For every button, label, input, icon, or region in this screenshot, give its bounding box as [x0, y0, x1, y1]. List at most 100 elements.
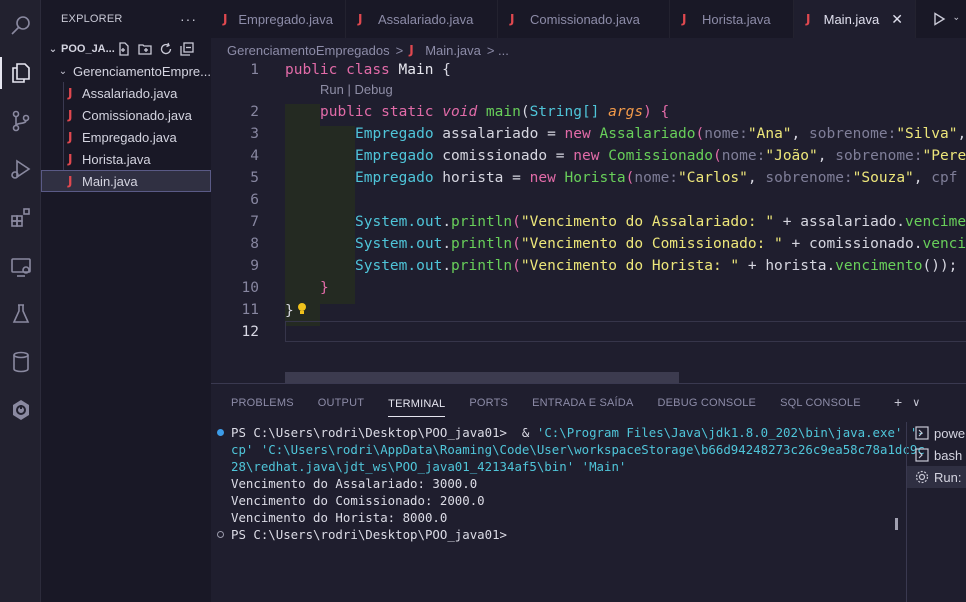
- chevron-down-icon: ⌄: [58, 65, 68, 77]
- tab-entrada-saida[interactable]: ENTRADA E SAÍDA: [532, 384, 633, 422]
- line-number: 10: [241, 280, 259, 296]
- java-file-icon: J: [358, 12, 363, 26]
- code-line-9: System.out.println("Vencimento do Horist…: [355, 258, 958, 274]
- explorer-title: EXPLORER: [61, 13, 123, 25]
- breadcrumb-tail[interactable]: > ...: [487, 43, 509, 58]
- terminal-line: Vencimento do Horista: 8000.0: [231, 510, 448, 525]
- lightbulb-icon[interactable]: [296, 302, 308, 320]
- terminal-item-powershell[interactable]: powe: [907, 422, 966, 444]
- new-folder-icon[interactable]: [138, 42, 152, 56]
- terminal-icon: [915, 426, 929, 440]
- spring-boot-icon[interactable]: [0, 390, 41, 430]
- new-terminal-button[interactable]: +: [894, 394, 902, 410]
- line-number: 4: [250, 148, 259, 164]
- terminal-line: PS C:\Users\rodri\Desktop\POO_java01>: [217, 526, 891, 543]
- command-pending-icon: [217, 531, 224, 538]
- source-control-icon[interactable]: [0, 101, 41, 141]
- line-number: 5: [250, 170, 259, 186]
- breadcrumb: GerenciamentoEmpregados > J Main.java > …: [227, 41, 509, 59]
- code-editor[interactable]: 1 2 3 4 5 6 7 8 9 10 11 12 public class …: [211, 60, 966, 360]
- extensions-icon[interactable]: [0, 197, 41, 237]
- java-file-icon: J: [68, 174, 73, 188]
- command-success-icon: [217, 429, 224, 436]
- tab-problems[interactable]: PROBLEMS: [231, 384, 294, 422]
- file-horista[interactable]: J Horista.java: [41, 148, 211, 170]
- line-number: 7: [250, 214, 259, 230]
- file-main[interactable]: J Main.java: [41, 170, 211, 192]
- files-icon[interactable]: [0, 53, 41, 93]
- editor-area: J Empregado.java J Assalariado.java J Co…: [211, 0, 966, 384]
- chevron-down-icon[interactable]: [954, 12, 962, 26]
- activity-bar: [0, 0, 41, 602]
- java-file-icon: J: [68, 108, 73, 122]
- tab-label: Main.java: [823, 11, 880, 27]
- run-icon[interactable]: [932, 12, 946, 26]
- terminal-line: Vencimento do Comissionado: 2000.0: [231, 493, 485, 508]
- tab-main[interactable]: J Main.java ✕: [794, 0, 916, 38]
- terminal-line: PS C:\Users\rodri\Desktop\POO_java01> & …: [217, 424, 925, 441]
- terminal-item-run[interactable]: Run: M: [907, 466, 966, 488]
- folder-label: GerenciamentoEmpre...: [72, 63, 211, 79]
- line-number: 3: [250, 126, 259, 142]
- project-label: POO_JA...: [61, 43, 115, 55]
- file-empregado[interactable]: J Empregado.java: [41, 126, 211, 148]
- tab-debug-console[interactable]: DEBUG CONSOLE: [658, 384, 757, 422]
- tab-horista[interactable]: J Horista.java: [670, 0, 794, 38]
- refresh-icon[interactable]: [159, 42, 173, 56]
- java-file-icon: J: [806, 12, 811, 26]
- folder-gerenciamento[interactable]: ⌄ GerenciamentoEmpre...: [41, 60, 211, 82]
- line-number: 6: [250, 192, 259, 208]
- tab-terminal[interactable]: TERMINAL: [388, 391, 446, 417]
- tab-output[interactable]: OUTPUT: [318, 384, 364, 422]
- explorer-sidebar: EXPLORER ··· ⌄ POO_JA... ⌄ Gerenciamento…: [41, 0, 211, 602]
- database-icon[interactable]: [0, 342, 41, 382]
- remote-explorer-icon[interactable]: [0, 247, 41, 287]
- run-debug-icon[interactable]: [0, 149, 41, 189]
- line-number: 1: [250, 62, 259, 78]
- search-icon[interactable]: [0, 5, 41, 45]
- code-line-3: Empregado assalariado = new Assalariado(…: [355, 126, 966, 142]
- gear-icon: [915, 470, 929, 484]
- code-line-5: Empregado horista = new Horista(nome:"Ca…: [355, 170, 958, 186]
- terminal-item-bash[interactable]: bash: [907, 444, 966, 466]
- file-label: Empregado.java: [82, 129, 177, 145]
- tab-assalariado[interactable]: J Assalariado.java: [346, 0, 498, 38]
- code-line-2: public static void main(String[] args) {: [320, 104, 670, 120]
- tab-label: Comissionado.java: [530, 11, 640, 27]
- file-label: Main.java: [82, 173, 138, 189]
- tab-label: Empregado.java: [238, 11, 333, 27]
- terminal-output[interactable]: PS C:\Users\rodri\Desktop\POO_java01> & …: [217, 424, 925, 543]
- terminal-dropdown-button[interactable]: ∨: [912, 396, 920, 410]
- tab-label: Assalariado.java: [378, 11, 474, 27]
- collapse-all-icon[interactable]: [180, 42, 194, 56]
- more-actions-icon[interactable]: ···: [180, 11, 197, 27]
- terminal-line: cp' 'C:\Users\rodri\AppData\Roaming\Code…: [231, 442, 925, 457]
- project-folder[interactable]: ⌄ POO_JA...: [41, 38, 211, 60]
- breadcrumb-folder[interactable]: GerenciamentoEmpregados: [227, 43, 390, 58]
- tab-label: Horista.java: [702, 11, 771, 27]
- tab-ports[interactable]: PORTS: [469, 384, 508, 422]
- java-file-icon: J: [409, 43, 414, 57]
- file-label: Comissionado.java: [82, 107, 192, 123]
- file-comissionado[interactable]: J Comissionado.java: [41, 104, 211, 126]
- tab-empregado[interactable]: J Empregado.java: [211, 0, 346, 38]
- file-assalariado[interactable]: J Assalariado.java: [41, 82, 211, 104]
- panel-tabs: PROBLEMS OUTPUT TERMINAL PORTS ENTRADA E…: [211, 384, 865, 422]
- run-debug-codelens[interactable]: Run | Debug: [320, 82, 393, 97]
- current-line-highlight: [285, 321, 966, 342]
- line-number: 11: [241, 302, 259, 318]
- terminal-icon: [915, 448, 929, 462]
- indent-highlight: [285, 104, 320, 326]
- line-number: 12: [241, 324, 259, 340]
- file-label: Assalariado.java: [82, 85, 178, 101]
- breadcrumb-file[interactable]: Main.java: [425, 43, 481, 58]
- close-icon[interactable]: ✕: [891, 11, 903, 28]
- terminal-list: powe bash Run: M: [906, 422, 966, 602]
- terminal-line: 28\redhat.java\jdt_ws\POO_java01_42134af…: [231, 459, 627, 474]
- tab-sql-console[interactable]: SQL CONSOLE: [780, 384, 861, 422]
- new-file-icon[interactable]: [117, 42, 131, 56]
- tab-comissionado[interactable]: J Comissionado.java: [498, 0, 670, 38]
- testing-icon[interactable]: [0, 294, 41, 334]
- terminal-scrollbar[interactable]: [895, 518, 898, 530]
- file-label: Horista.java: [82, 151, 151, 167]
